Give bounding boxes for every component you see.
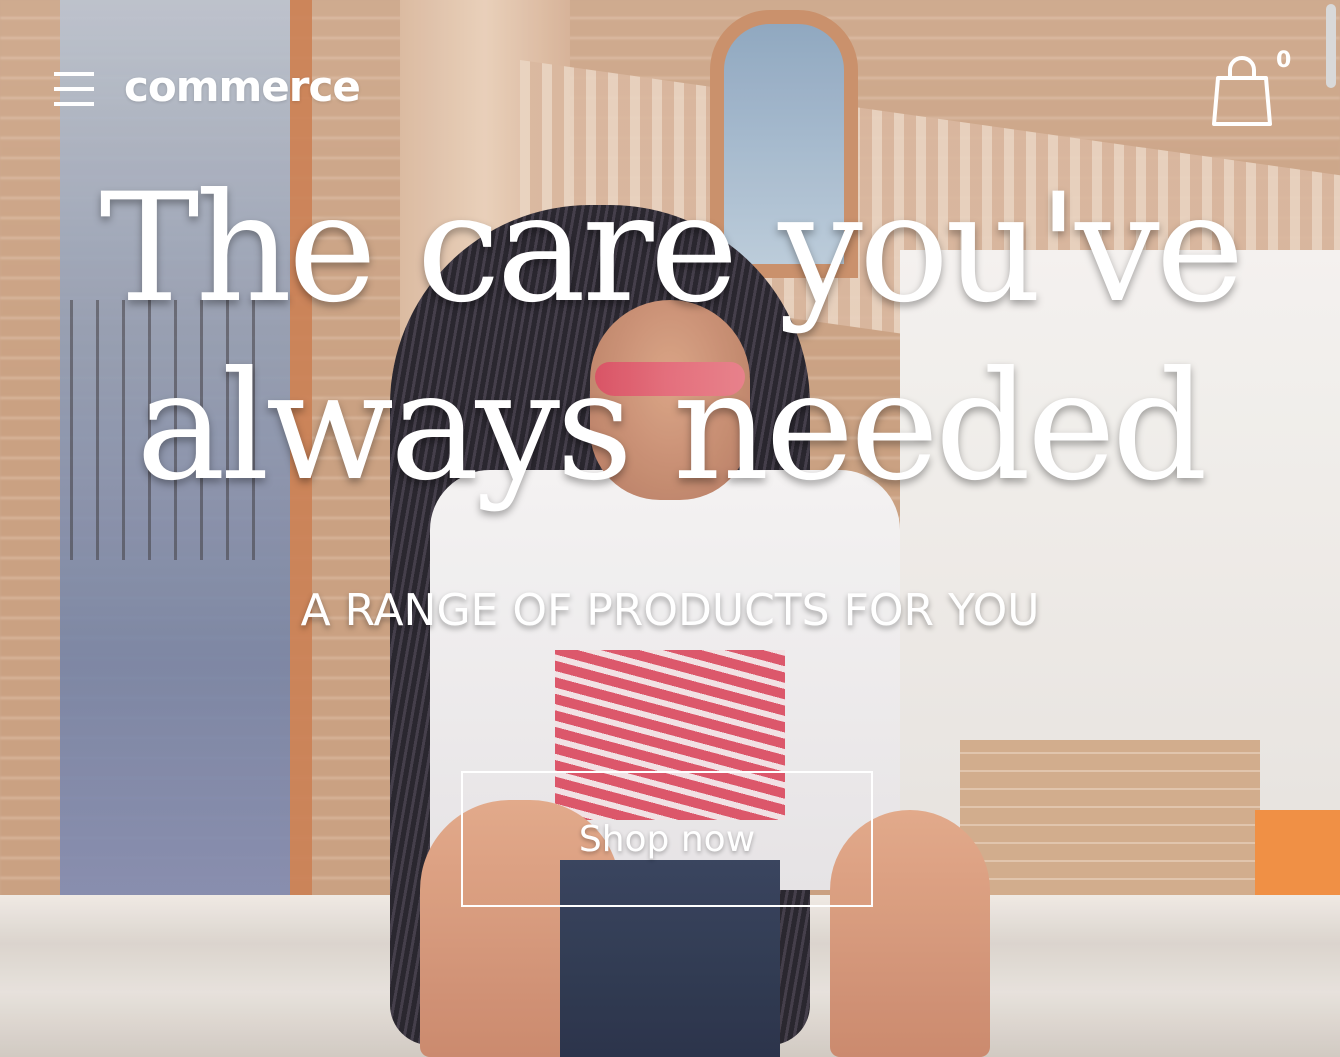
menu-line bbox=[54, 87, 94, 91]
cart-count-badge: 0 bbox=[1276, 48, 1292, 73]
scrollbar[interactable] bbox=[1322, 0, 1340, 100]
hero-headline: The care you've always needed bbox=[0, 160, 1340, 516]
site-header: commerce 0 bbox=[0, 0, 1340, 180]
hero-section: commerce 0 The care you've always needed… bbox=[0, 0, 1340, 1057]
shopping-bag-icon bbox=[1212, 56, 1272, 126]
shop-now-button[interactable]: Shop now bbox=[461, 771, 873, 907]
hero-subheading: A RANGE OF PRODUCTS FOR YOU bbox=[300, 585, 1040, 636]
scrollbar-thumb[interactable] bbox=[1326, 4, 1336, 88]
hero-headline-line1: The care you've bbox=[99, 162, 1244, 336]
cart-button[interactable]: 0 bbox=[1212, 48, 1302, 128]
menu-line bbox=[54, 102, 94, 106]
menu-line bbox=[54, 72, 94, 76]
hero-headline-line2: always needed bbox=[136, 340, 1208, 514]
brand-logo[interactable]: commerce bbox=[124, 62, 361, 111]
hamburger-menu-icon[interactable] bbox=[54, 70, 94, 108]
